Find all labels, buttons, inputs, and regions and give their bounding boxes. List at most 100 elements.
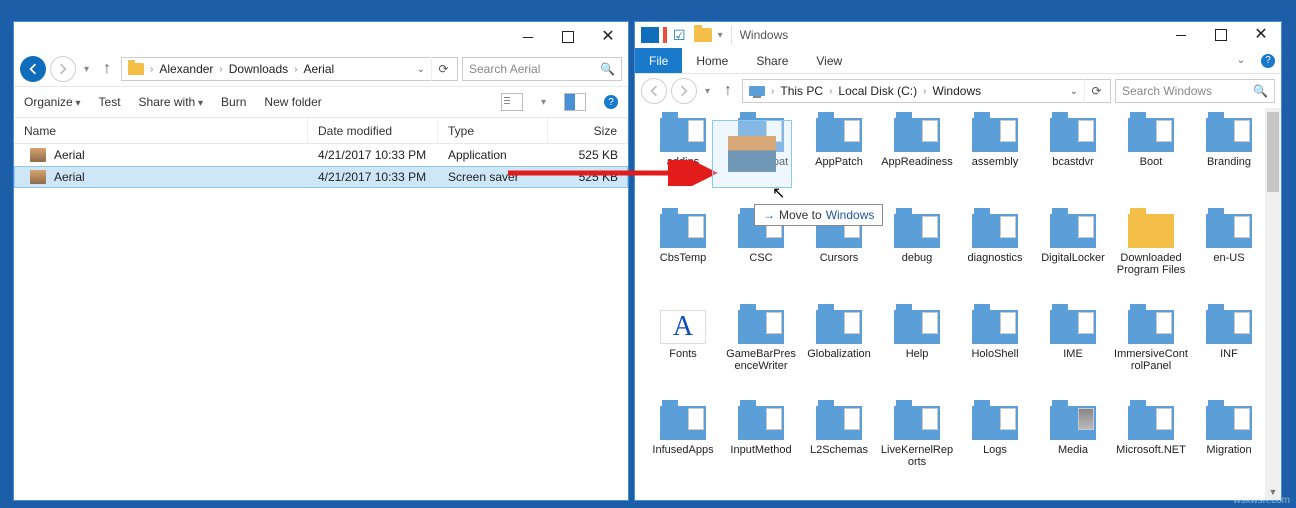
folder-item[interactable]: Logs [957, 404, 1033, 492]
nav-back-button[interactable] [20, 56, 46, 82]
tab-file[interactable]: File [635, 48, 682, 73]
folder-item[interactable]: Branding [1191, 116, 1267, 204]
move-tooltip-target: Windows [826, 208, 875, 222]
minimize-button[interactable] [1161, 23, 1201, 47]
folder-item[interactable]: bcastdvr [1035, 116, 1111, 204]
folder-item[interactable]: en-US [1191, 212, 1267, 300]
qat-app-icon-accent [663, 27, 667, 43]
folder-item[interactable]: Help [879, 308, 955, 396]
test-button[interactable]: Test [99, 95, 121, 109]
close-button[interactable]: ✕ [1241, 23, 1281, 47]
folder-item[interactable]: Media [1035, 404, 1111, 492]
folder-item[interactable]: DigitalLocker [1035, 212, 1111, 300]
nav-history-dropdown[interactable]: ▾ [80, 64, 93, 75]
folder-item[interactable]: Migration [1191, 404, 1267, 492]
folder-item[interactable]: AppReadiness [879, 116, 955, 204]
folder-item[interactable]: L2Schemas [801, 404, 877, 492]
folder-item[interactable]: Fonts [645, 308, 721, 396]
folder-item[interactable]: AppPatch [801, 116, 877, 204]
vertical-scrollbar[interactable]: ▲ ▼ [1265, 108, 1281, 500]
scroll-thumb[interactable] [1267, 112, 1279, 192]
folder-icon [1206, 118, 1252, 152]
burn-button[interactable]: Burn [221, 95, 246, 109]
search-input[interactable]: Search Windows 🔍 [1115, 79, 1275, 103]
crumb-downloads[interactable]: Downloads [225, 62, 292, 76]
folder-item[interactable]: CbsTemp [645, 212, 721, 300]
folder-item[interactable]: diagnostics [957, 212, 1033, 300]
previewpane-button[interactable] [564, 93, 586, 111]
help-button[interactable]: ? [604, 95, 618, 109]
help-button[interactable]: ? [1261, 54, 1275, 68]
folder-item[interactable]: assembly [957, 116, 1033, 204]
folder-label: L2Schemas [810, 444, 868, 456]
folder-label: ImmersiveControlPanel [1114, 348, 1188, 372]
folder-item[interactable]: InputMethod [723, 404, 799, 492]
folder-icon [1050, 310, 1096, 344]
view-options-dropdown[interactable]: ▾ [541, 97, 546, 108]
qat-newfolder-icon[interactable] [694, 28, 712, 42]
refresh-button[interactable]: ⟳ [1084, 79, 1108, 103]
tab-view[interactable]: View [802, 48, 856, 73]
address-bar[interactable]: › Alexander › Downloads › Aerial ⌄ ⟳ [121, 57, 458, 81]
organize-menu[interactable]: Organize [24, 95, 81, 109]
col-type[interactable]: Type [438, 118, 548, 143]
folder-item[interactable]: ImmersiveControlPanel [1113, 308, 1189, 396]
address-dropdown[interactable]: ⌄ [411, 64, 431, 75]
maximize-button[interactable] [548, 25, 588, 49]
col-name[interactable]: Name [14, 118, 308, 143]
folder-label: Downloaded Program Files [1114, 252, 1188, 276]
folder-item[interactable]: IME [1035, 308, 1111, 396]
qat-properties-icon[interactable]: ☑ [673, 27, 686, 44]
folder-label: Boot [1140, 156, 1163, 168]
crumb-aerial[interactable]: Aerial [299, 62, 338, 76]
folder-icon [1128, 214, 1174, 248]
qat-app-icon [641, 27, 659, 43]
titlebar[interactable]: ✕ [14, 22, 628, 52]
ribbon-toggle[interactable]: ⌄ [1227, 48, 1255, 73]
crumb-windows[interactable]: Windows [928, 84, 985, 98]
crumb-alexander[interactable]: Alexander [155, 62, 217, 76]
tab-home[interactable]: Home [682, 48, 742, 73]
file-row[interactable]: Aerial4/21/2017 10:33 PMScreen saver525 … [14, 166, 628, 188]
folder-item[interactable]: HoloShell [957, 308, 1033, 396]
folder-item[interactable]: LiveKernelReports [879, 404, 955, 492]
folder-label: Help [906, 348, 929, 360]
folder-item[interactable]: Microsoft.NET [1113, 404, 1189, 492]
qat-dropdown[interactable]: ▾ [718, 30, 723, 41]
folder-icon [1206, 406, 1252, 440]
folder-item[interactable]: Downloaded Program Files [1113, 212, 1189, 300]
folder-item[interactable]: addins [645, 116, 721, 204]
search-input[interactable]: Search Aerial 🔍 [462, 57, 622, 81]
view-options-button[interactable] [501, 93, 523, 111]
folder-item[interactable]: Boot [1113, 116, 1189, 204]
file-icon [30, 170, 46, 184]
crumb-localdisk[interactable]: Local Disk (C:) [834, 84, 921, 98]
refresh-button[interactable]: ⟳ [431, 57, 455, 81]
col-size[interactable]: Size [548, 118, 628, 143]
minimize-button[interactable] [508, 25, 548, 49]
crumb-thispc[interactable]: This PC [776, 84, 827, 98]
folder-item[interactable]: debug [879, 212, 955, 300]
folder-label: Migration [1206, 444, 1251, 456]
maximize-button[interactable] [1201, 23, 1241, 47]
file-type: Application [438, 148, 548, 162]
address-dropdown[interactable]: ⌄ [1064, 86, 1084, 97]
nav-up-button[interactable]: ↑ [97, 59, 117, 79]
folder-item[interactable]: GameBarPresenceWriter [723, 308, 799, 396]
file-row[interactable]: Aerial4/21/2017 10:33 PMApplication525 K… [14, 144, 628, 166]
nav-history-dropdown[interactable]: ▾ [701, 86, 714, 97]
folder-item[interactable]: Globalization [801, 308, 877, 396]
folder-item[interactable]: InfusedApps [645, 404, 721, 492]
folder-icon [1050, 406, 1096, 440]
nav-up-button[interactable]: ↑ [718, 81, 738, 101]
folder-item[interactable]: INF [1191, 308, 1267, 396]
close-button[interactable]: ✕ [588, 25, 628, 49]
share-menu[interactable]: Share with [139, 95, 204, 109]
folder-label: Fonts [669, 348, 697, 360]
newfolder-button[interactable]: New folder [264, 95, 321, 109]
watermark: wsxwsn.com [1233, 495, 1290, 506]
col-modified[interactable]: Date modified [308, 118, 438, 143]
tab-share[interactable]: Share [742, 48, 802, 73]
address-bar[interactable]: › This PC › Local Disk (C:) › Windows ⌄ … [742, 79, 1111, 103]
titlebar[interactable]: ☑ ▾ Windows ✕ [635, 22, 1281, 48]
